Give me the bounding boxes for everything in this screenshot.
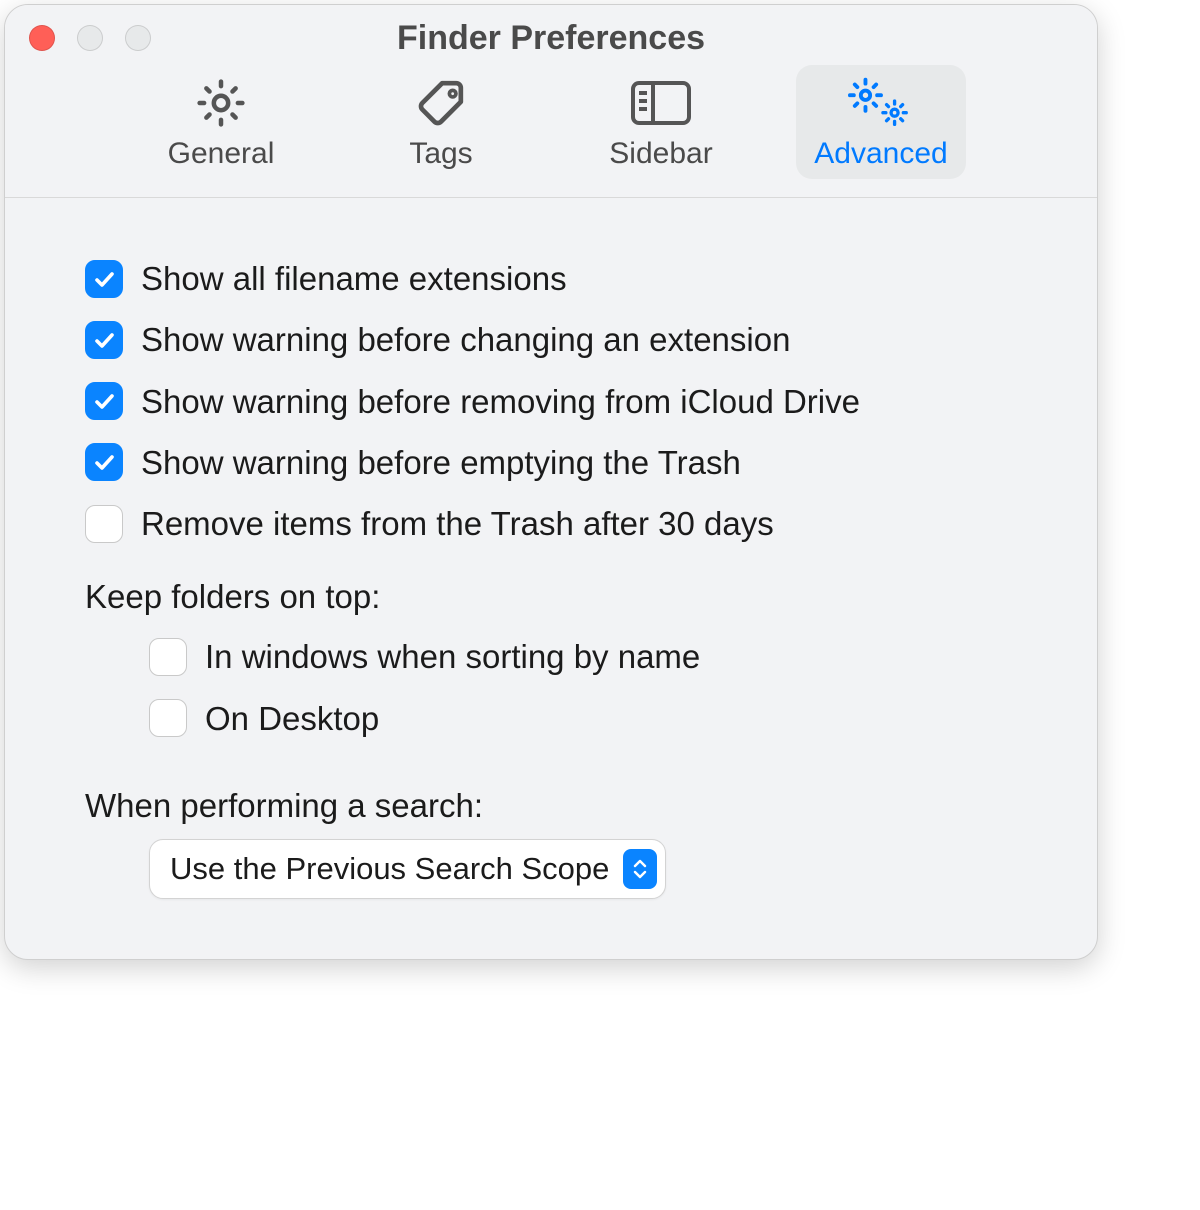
- label-show-extensions: Show all filename extensions: [141, 258, 567, 299]
- content: Show all filename extensions Show warnin…: [5, 198, 1097, 959]
- label-keep-top-desktop: On Desktop: [205, 698, 379, 739]
- checkbox-show-extensions[interactable]: [85, 260, 123, 298]
- prefs-toolbar: General Tags Sidebar Advanced: [5, 57, 1097, 198]
- tab-tags[interactable]: Tags: [356, 65, 526, 179]
- checkbox-keep-top-sort-name[interactable]: [149, 638, 187, 676]
- zoom-button[interactable]: [125, 25, 151, 51]
- tab-advanced-label: Advanced: [814, 137, 947, 171]
- row-keep-top-desktop: On Desktop: [85, 698, 1017, 739]
- dropdown-stepper-icon: [623, 849, 657, 889]
- checkbox-trash-30days[interactable]: [85, 505, 123, 543]
- search-label: When performing a search:: [85, 787, 1017, 825]
- tab-advanced[interactable]: Advanced: [796, 65, 966, 179]
- checkbox-keep-top-desktop[interactable]: [149, 699, 187, 737]
- titlebar: Finder Preferences: [5, 5, 1097, 57]
- gear-icon: [186, 75, 256, 131]
- tab-sidebar-label: Sidebar: [609, 137, 712, 171]
- close-button[interactable]: [29, 25, 55, 51]
- checkbox-warn-icloud[interactable]: [85, 382, 123, 420]
- tab-general-label: General: [168, 137, 275, 171]
- sidebar-icon: [626, 75, 696, 131]
- tab-tags-label: Tags: [409, 137, 472, 171]
- checkbox-warn-trash[interactable]: [85, 443, 123, 481]
- label-warn-icloud: Show warning before removing from iCloud…: [141, 381, 860, 422]
- search-scope-dropdown[interactable]: Use the Previous Search Scope: [149, 839, 666, 899]
- label-warn-extension: Show warning before changing an extensio…: [141, 319, 790, 360]
- row-warn-extension: Show warning before changing an extensio…: [85, 319, 1017, 360]
- label-keep-top-sort-name: In windows when sorting by name: [205, 636, 700, 677]
- double-gear-icon: [846, 75, 916, 131]
- tab-sidebar[interactable]: Sidebar: [576, 65, 746, 179]
- row-warn-icloud: Show warning before removing from iCloud…: [85, 381, 1017, 422]
- label-warn-trash: Show warning before emptying the Trash: [141, 442, 741, 483]
- checkbox-warn-extension[interactable]: [85, 321, 123, 359]
- search-scope-value: Use the Previous Search Scope: [170, 851, 609, 887]
- tab-general[interactable]: General: [136, 65, 306, 179]
- preferences-window: Finder Preferences General Tags Sidebar: [4, 4, 1098, 960]
- row-trash-30days: Remove items from the Trash after 30 day…: [85, 503, 1017, 544]
- label-trash-30days: Remove items from the Trash after 30 day…: [141, 503, 774, 544]
- tag-icon: [406, 75, 476, 131]
- window-title: Finder Preferences: [5, 19, 1097, 58]
- traffic-lights: [29, 25, 151, 51]
- minimize-button[interactable]: [77, 25, 103, 51]
- row-show-extensions: Show all filename extensions: [85, 258, 1017, 299]
- keep-folders-on-top-label: Keep folders on top:: [85, 578, 1017, 616]
- row-warn-trash: Show warning before emptying the Trash: [85, 442, 1017, 483]
- row-keep-top-sort-name: In windows when sorting by name: [85, 636, 1017, 677]
